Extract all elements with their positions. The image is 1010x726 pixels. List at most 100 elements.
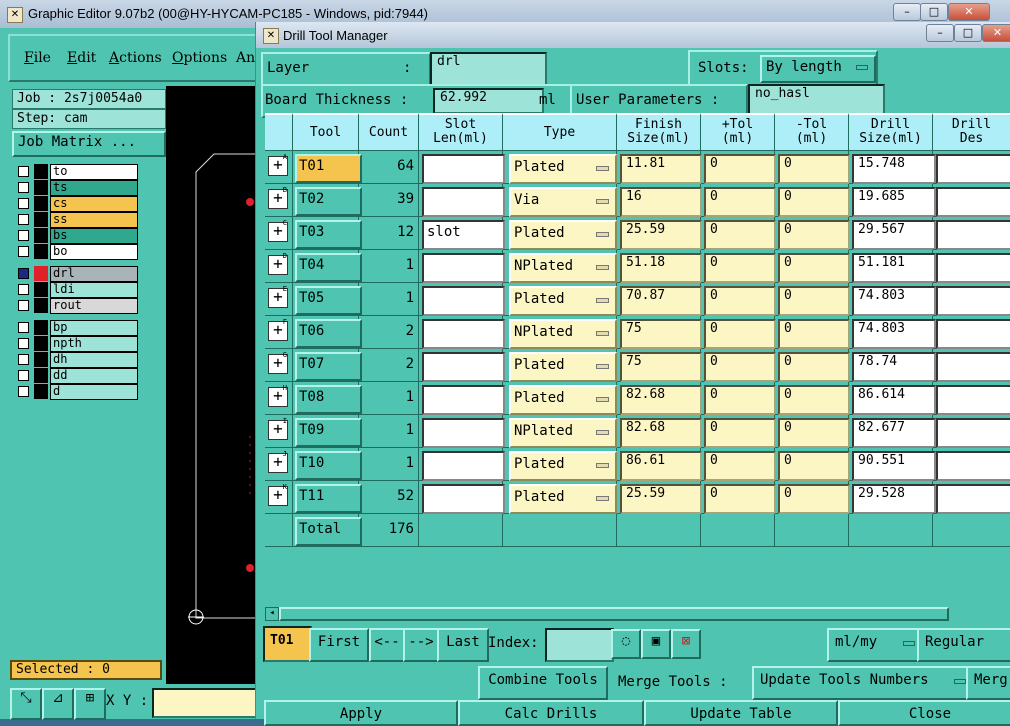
slot-length-input[interactable] [422,352,505,382]
type-dropdown[interactable]: NPlated [509,418,617,448]
drill-size-input[interactable]: 78.74 [852,352,936,382]
tool-button[interactable]: T06 [295,319,362,348]
finish-size-input[interactable]: 82.68 [620,385,702,415]
drill-size-input[interactable]: 82.677 [852,418,936,448]
dtm-minimize-icon[interactable]: – [926,24,954,42]
slot-length-input[interactable] [422,154,505,184]
drill-des-input[interactable] [936,451,1010,481]
finish-size-input[interactable]: 70.87 [620,286,702,316]
expand-row-icon[interactable]: + I [268,417,288,440]
menu-analysis[interactable]: An [236,50,255,66]
layer-checkbox[interactable] [18,230,29,241]
layer-checkbox[interactable] [18,246,29,257]
tool-button[interactable]: T01 [295,154,362,183]
minus-tol-input[interactable]: 0 [778,352,850,382]
mode-dropdown[interactable]: Regular [917,628,1010,662]
plus-tol-input[interactable]: 0 [704,187,776,217]
layer-checkbox[interactable] [18,284,29,295]
type-dropdown[interactable]: Via [509,187,617,217]
close-button[interactable]: Close [838,700,1010,726]
tool-button[interactable]: T04 [295,253,362,282]
job-matrix-button[interactable]: Job Matrix ... [12,131,166,157]
type-dropdown[interactable]: NPlated [509,319,617,349]
menu-file[interactable]: File [24,50,51,66]
slot-length-input[interactable] [422,484,505,514]
plus-tol-input[interactable]: 0 [704,286,776,316]
tool-button[interactable]: T05 [295,286,362,315]
minus-tol-input[interactable]: 0 [778,451,850,481]
slot-length-input[interactable] [422,286,505,316]
delete-icon[interactable]: ⊠ [671,629,701,659]
tool-button[interactable]: T07 [295,352,362,381]
drill-des-input[interactable] [936,418,1010,448]
slot-length-input[interactable] [422,319,505,349]
layer-checkbox[interactable] [18,182,29,193]
tool-button[interactable]: T02 [295,187,362,216]
save-icon[interactable]: ▣ [641,629,671,659]
expand-row-icon[interactable]: + E [268,285,288,308]
plus-tol-input[interactable]: 0 [704,253,776,283]
drill-size-input[interactable]: 74.803 [852,286,936,316]
update-tools-numbers-button[interactable]: Update Tools Numbers [752,666,974,700]
minus-tol-input[interactable]: 0 [778,154,850,184]
first-button[interactable]: First [309,628,369,662]
scroll-left-icon[interactable]: ◂ [265,607,279,621]
slot-length-input[interactable] [422,418,505,448]
layer-row[interactable]: bp [16,320,138,336]
expand-row-icon[interactable]: + B [268,186,288,209]
next-button[interactable]: --> [403,628,439,662]
layer-row[interactable]: ts [16,180,138,196]
minus-tol-input[interactable]: 0 [778,319,850,349]
plus-tol-input[interactable]: 0 [704,484,776,514]
type-dropdown[interactable]: NPlated [509,253,617,283]
menu-actions[interactable]: Actions [109,50,162,66]
finish-size-input[interactable]: 16 [620,187,702,217]
measure-icon[interactable]: ⊿ [42,688,74,720]
plus-tol-input[interactable]: 0 [704,319,776,349]
layer-checkbox[interactable] [18,322,29,333]
type-dropdown[interactable]: Plated [509,220,617,250]
expand-row-icon[interactable]: + F [268,318,288,341]
minimize-icon[interactable]: – [893,3,921,21]
layer-row[interactable]: npth [16,336,138,352]
drill-des-input[interactable] [936,484,1010,514]
finish-size-input[interactable]: 86.61 [620,451,702,481]
drill-size-input[interactable]: 29.528 [852,484,936,514]
calc-drills-button[interactable]: Calc Drills [458,700,644,726]
merge-button[interactable]: Merg [966,666,1010,700]
slots-dropdown[interactable]: By length [760,55,876,83]
user-params-input[interactable]: no_hasl [748,84,885,116]
minus-tol-input[interactable]: 0 [778,220,850,250]
type-dropdown[interactable]: Plated [509,385,617,415]
layer-row[interactable]: ss [16,212,138,228]
expand-row-icon[interactable]: + G [268,351,288,374]
finish-size-input[interactable]: 25.59 [620,220,702,250]
expand-row-icon[interactable]: + J [268,450,288,473]
type-dropdown[interactable]: Plated [509,451,617,481]
minus-tol-input[interactable]: 0 [778,286,850,316]
layer-row[interactable]: bo [16,244,138,260]
plus-tol-input[interactable]: 0 [704,451,776,481]
slot-length-input[interactable] [422,451,505,481]
drill-des-input[interactable] [936,187,1010,217]
layer-checkbox[interactable] [18,386,29,397]
finish-size-input[interactable]: 11.81 [620,154,702,184]
slot-length-input[interactable] [422,253,505,283]
slot-length-input[interactable] [422,385,505,415]
type-dropdown[interactable]: Plated [509,154,617,184]
xy-input[interactable] [152,688,265,718]
drill-size-input[interactable]: 90.551 [852,451,936,481]
board-thickness-input[interactable]: 62.992 [433,88,544,114]
layer-row[interactable]: dd [16,368,138,384]
layer-row[interactable]: ldi [16,282,138,298]
update-table-button[interactable]: Update Table [644,700,838,726]
type-dropdown[interactable]: Plated [509,286,617,316]
layer-checkbox[interactable] [18,166,29,177]
drill-size-input[interactable]: 15.748 [852,154,936,184]
layer-row[interactable]: d [16,384,138,400]
slot-length-input[interactable]: slot [422,220,505,250]
graphics-canvas[interactable] [166,86,258,686]
layer-checkbox[interactable] [18,268,29,279]
plus-tol-input[interactable]: 0 [704,220,776,250]
dtm-maximize-icon[interactable]: □ [954,24,982,42]
